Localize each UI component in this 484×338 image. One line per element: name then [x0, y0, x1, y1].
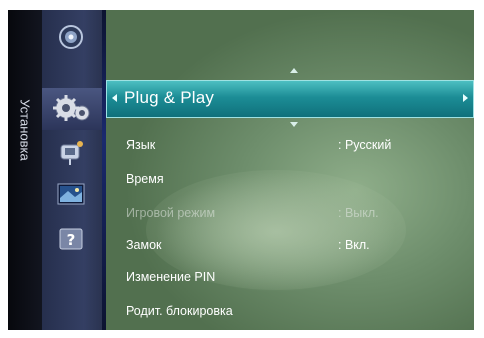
menu-item-value: : Выкл. — [338, 206, 379, 220]
section-label: Установка — [17, 99, 33, 161]
menu-item-plug-and-play[interactable]: Plug & Play — [106, 80, 474, 118]
menu-item-value: : Русский — [338, 138, 392, 152]
menu-item-time[interactable]: Время — [106, 168, 474, 192]
menu-item-label: Игровой режим — [126, 206, 216, 220]
category-support[interactable]: ? — [52, 224, 90, 254]
category-input[interactable] — [52, 138, 90, 168]
help-icon: ? — [59, 228, 83, 250]
arrow-left-icon — [112, 94, 117, 102]
menu-item-label: Изменение PIN — [126, 270, 216, 284]
arrow-right-icon — [463, 94, 468, 102]
category-icon-column: ? — [42, 10, 102, 330]
satellite-icon — [60, 141, 83, 165]
svg-text:?: ? — [67, 231, 76, 249]
menu-item-label: Замок — [126, 238, 162, 252]
speaker-icon — [59, 25, 83, 49]
menu-item-parental-lock[interactable]: Родит. блокировка — [106, 300, 474, 324]
category-setup[interactable] — [42, 88, 102, 130]
menu-item-change-pin[interactable]: Изменение PIN — [106, 266, 474, 290]
menu-item-label: Plug & Play — [124, 88, 215, 107]
menu-item-game-mode: Игровой режим : Выкл. — [106, 202, 474, 226]
menu-item-label: Язык — [126, 138, 156, 152]
menu-item-label: Родит. блокировка — [126, 304, 233, 318]
section-label-container: Установка — [10, 70, 40, 190]
menu-item-language[interactable]: Язык : Русский — [106, 134, 474, 158]
menu-item-lock[interactable]: Замок : Вкл. — [106, 234, 474, 258]
menu-item-label: Время — [126, 172, 164, 186]
scroll-up-icon[interactable] — [290, 68, 298, 73]
category-picture[interactable] — [52, 180, 90, 210]
tv-menu-screen: Установка ? Plug & Play Язык: Русский В… — [8, 10, 474, 330]
gear-icon — [53, 95, 90, 121]
menu-item-value: : Вкл. — [338, 238, 370, 252]
menu-panel: Plug & Play Язык : Русский Время Игровой… — [106, 10, 474, 330]
section-strip: Установка — [8, 10, 42, 330]
category-sound[interactable] — [52, 22, 90, 52]
scroll-down-icon[interactable] — [290, 122, 298, 127]
picture-icon — [57, 183, 85, 205]
